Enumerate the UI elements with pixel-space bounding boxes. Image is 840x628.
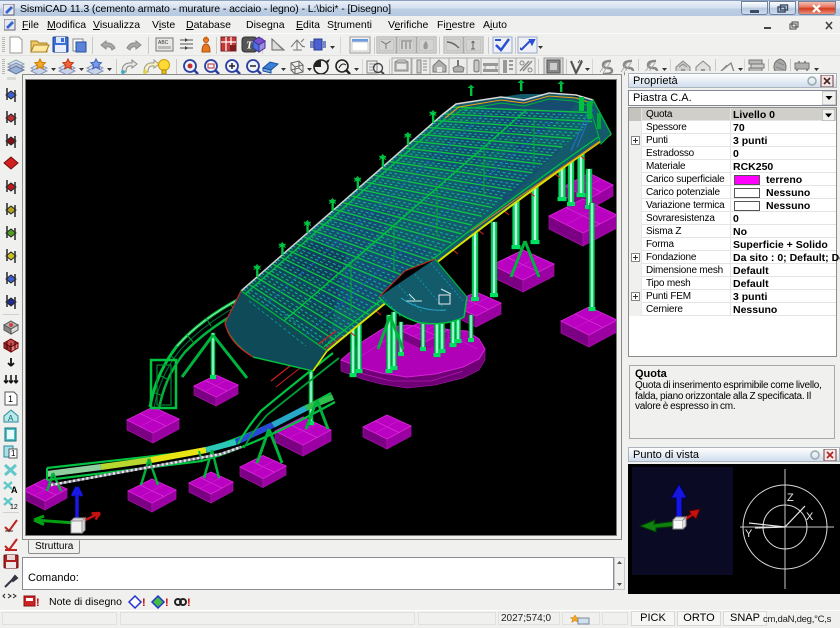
svg-text:!: ! (187, 597, 191, 609)
svg-text:!: ! (142, 597, 146, 609)
svg-text:X: X (806, 511, 814, 523)
svg-text:!: ! (165, 597, 169, 609)
svg-text:A: A (8, 414, 14, 423)
svg-text:1: 1 (11, 449, 16, 458)
svg-text:ABC: ABC (158, 40, 169, 46)
svg-text:A: A (11, 485, 18, 495)
svg-text:Y: Y (745, 528, 753, 540)
svg-text:Z: Z (787, 492, 794, 504)
svg-text:1: 1 (8, 394, 13, 404)
svg-text:12: 12 (10, 504, 18, 511)
svg-text:!: ! (36, 597, 40, 609)
